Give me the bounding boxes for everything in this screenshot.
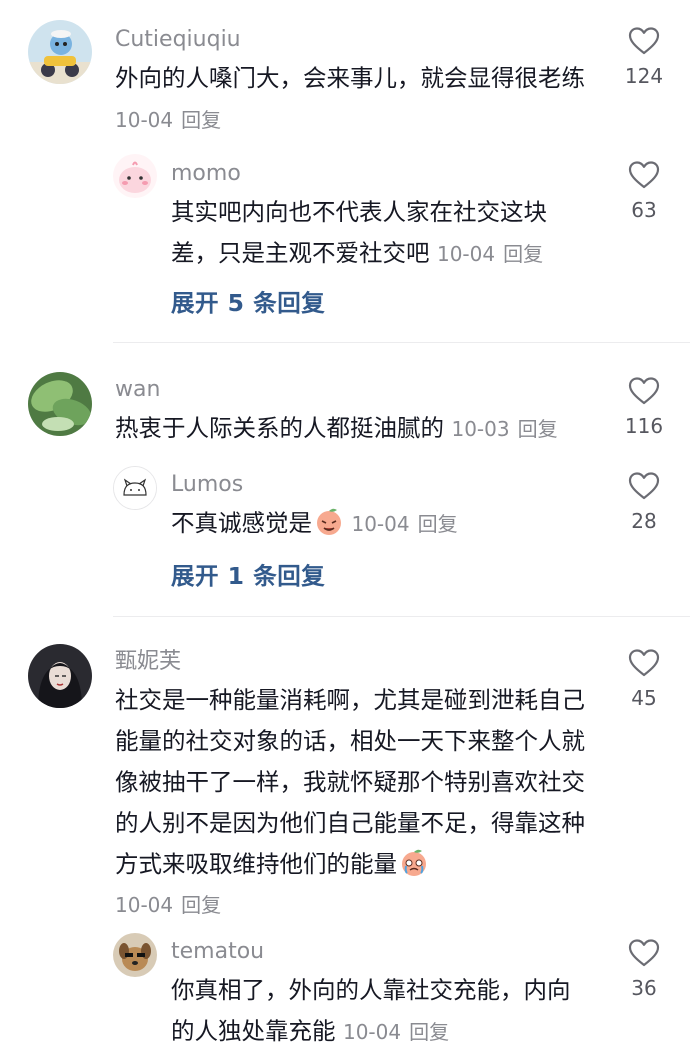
- scooter-character-icon: [28, 20, 92, 84]
- heart-icon: [628, 27, 660, 55]
- comment-username[interactable]: Cutieqiuqiu: [115, 26, 241, 54]
- expand-replies-link[interactable]: 展开 1 条回复: [171, 557, 325, 591]
- green-leaf-icon: [28, 372, 92, 436]
- avatar-tematou[interactable]: [113, 933, 157, 977]
- comment-body: 外向的人嗓门大，会来事儿，就会显得很老练: [115, 64, 585, 92]
- like-count: 28: [631, 509, 657, 533]
- crying-peach-emoji-icon: [402, 849, 426, 876]
- avatar-lumos[interactable]: [113, 466, 157, 510]
- reply-time: 10-04: [351, 512, 410, 536]
- dark-hair-portrait-icon: [28, 644, 92, 708]
- comment-text: 热衷于人际关系的人都挺油腻的 10-03 回复: [115, 408, 595, 450]
- reply-username[interactable]: momo: [171, 160, 241, 188]
- like-count: 116: [624, 414, 664, 438]
- like-button[interactable]: 45: [614, 648, 674, 710]
- reply-body: 不真诚感觉是: [171, 509, 312, 537]
- like-button[interactable]: 63: [614, 160, 674, 222]
- heart-icon: [628, 377, 660, 405]
- comment-username[interactable]: wan: [115, 376, 160, 404]
- reply-button[interactable]: 回复: [503, 242, 543, 266]
- like-count: 45: [631, 686, 657, 710]
- comment-username[interactable]: 甄妮芙: [115, 648, 181, 676]
- reply-button[interactable]: 回复: [181, 893, 221, 917]
- like-button[interactable]: 28: [614, 471, 674, 533]
- reply-text: 不真诚感觉是 10-04 回复: [171, 503, 586, 545]
- reply-button[interactable]: 回复: [518, 417, 558, 441]
- reply-button[interactable]: 回复: [181, 108, 221, 132]
- heart-icon: [628, 649, 660, 677]
- expand-replies-link[interactable]: 展开 5 条回复: [171, 284, 325, 318]
- reply-text: 其实吧内向也不代表人家在社交这块差，只是主观不爱社交吧 10-04 回复: [171, 192, 586, 275]
- heart-icon: [628, 161, 660, 189]
- pink-cartoon-icon: [113, 154, 157, 198]
- comment-divider: [113, 616, 690, 617]
- comment-text: 外向的人嗓门大，会来事儿，就会显得很老练 10-04 回复: [115, 58, 595, 141]
- like-count: 124: [624, 64, 664, 88]
- reply-username[interactable]: Lumos: [171, 471, 243, 499]
- reply-text: 你真相了，外向的人靠社交充能，内向的人独处靠充能 10-04 回复: [171, 970, 586, 1053]
- line-drawn-cat-icon: [114, 467, 156, 509]
- comment-divider: [113, 342, 690, 343]
- comment-time: 10-04: [115, 108, 174, 132]
- heart-icon: [628, 472, 660, 500]
- reply-username[interactable]: tematou: [171, 938, 264, 966]
- avatar-wan[interactable]: [28, 372, 92, 436]
- reply-time: 10-04: [436, 242, 496, 266]
- peach-face-emoji-icon: [317, 508, 341, 535]
- dog-photo-icon: [113, 933, 157, 977]
- comment-body: 热衷于人际关系的人都挺油腻的: [115, 414, 444, 442]
- avatar-zhenniefu[interactable]: [28, 644, 92, 708]
- avatar-momo[interactable]: [113, 154, 157, 198]
- like-count: 36: [631, 976, 657, 1000]
- comment-time: 10-03: [451, 417, 510, 441]
- reply-button[interactable]: 回复: [418, 512, 458, 536]
- avatar-cutieqiuqiu[interactable]: [28, 20, 92, 84]
- comment-text: 社交是一种能量消耗啊，尤其是碰到泄耗自己能量的社交对象的话，相处一天下来整个人就…: [115, 680, 597, 926]
- like-button[interactable]: 36: [614, 938, 674, 1000]
- comment-body: 社交是一种能量消耗啊，尤其是碰到泄耗自己能量的社交对象的话，相处一天下来整个人就…: [115, 686, 585, 878]
- reply-button[interactable]: 回复: [409, 1020, 449, 1044]
- like-button[interactable]: 124: [614, 26, 674, 88]
- comment-time: 10-04: [115, 893, 174, 917]
- reply-time: 10-04: [342, 1020, 402, 1044]
- like-count: 63: [631, 198, 657, 222]
- heart-icon: [628, 939, 660, 967]
- like-button[interactable]: 116: [614, 376, 674, 438]
